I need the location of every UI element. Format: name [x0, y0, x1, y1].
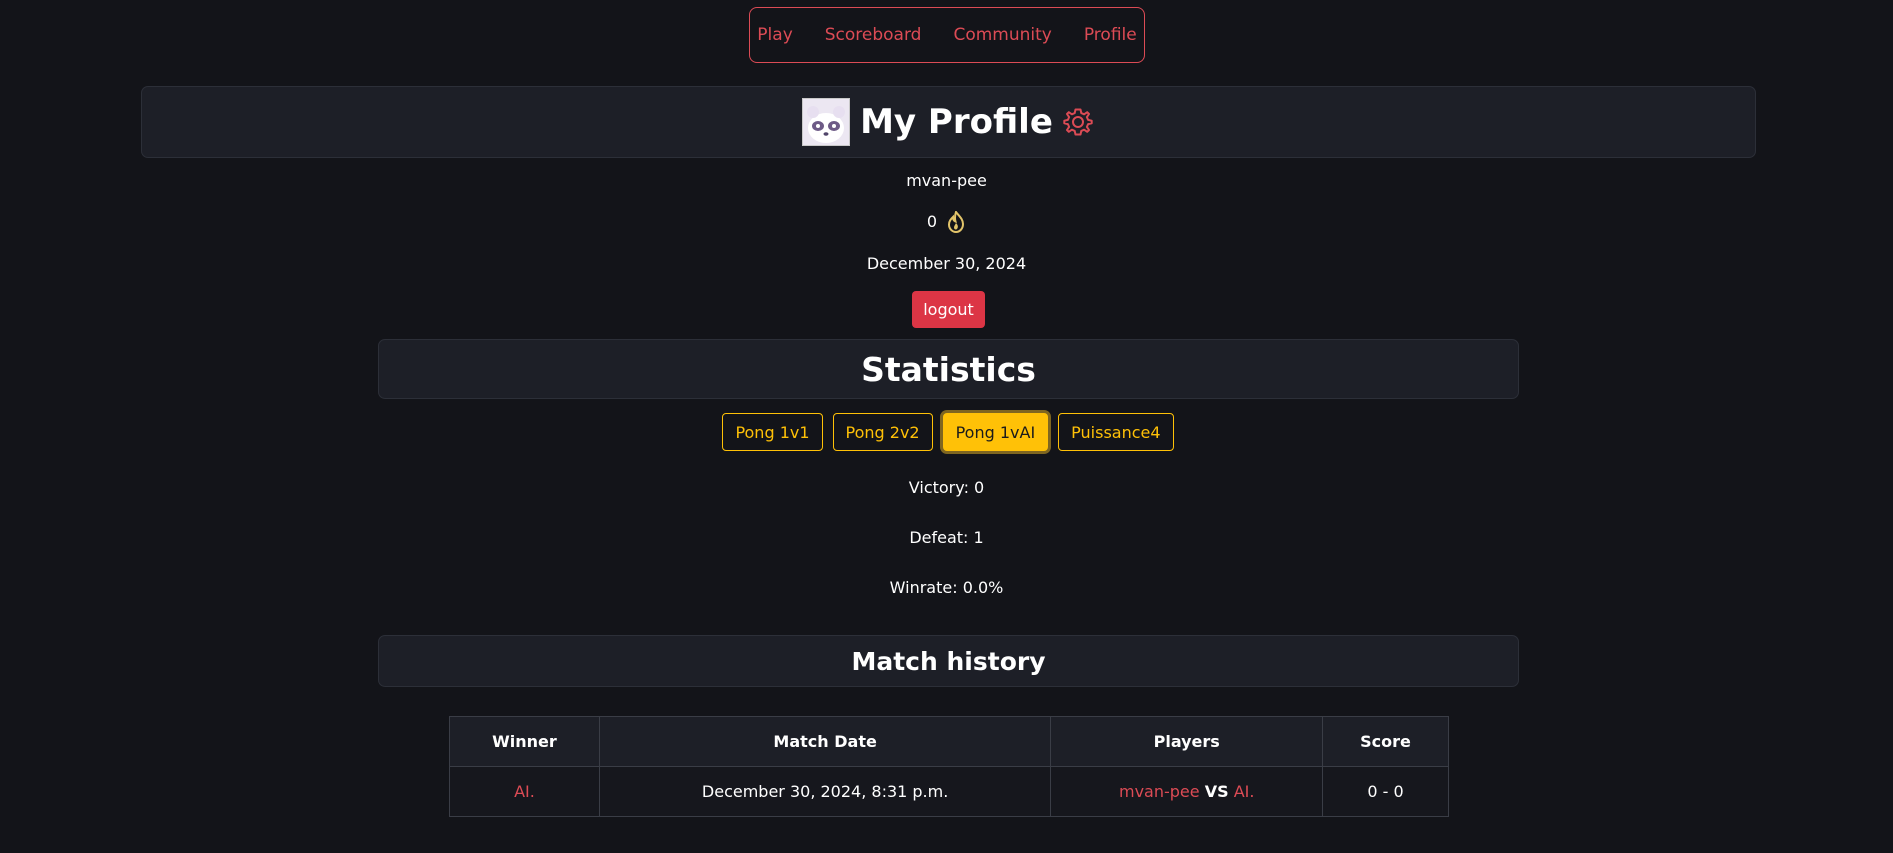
- game-mode-tabs: Pong 1v1 Pong 2v2 Pong 1vAI Puissance4: [0, 413, 1893, 451]
- statistics-header: Statistics: [378, 339, 1519, 399]
- winrate: Winrate: 0.0%: [889, 578, 1004, 597]
- statistics-title: Statistics: [861, 349, 1036, 389]
- table-row: AI. December 30, 2024, 8:31 p.m. mvan-pe…: [449, 766, 1449, 817]
- nav-profile[interactable]: Profile: [1068, 25, 1153, 45]
- table-header-row: Winner Match Date Players Score: [449, 716, 1449, 767]
- victory-count: Victory: 0: [908, 478, 985, 497]
- winner-cell: AI.: [449, 766, 600, 817]
- gear-icon[interactable]: [1061, 105, 1095, 139]
- player-two-link[interactable]: AI.: [1234, 782, 1255, 801]
- profile-page: Play Scoreboard Community Profile My Pro…: [0, 0, 1893, 853]
- nav-play[interactable]: Play: [741, 25, 808, 45]
- username: mvan-pee: [906, 171, 987, 190]
- players-cell: mvan-pee VS AI.: [1050, 766, 1324, 817]
- tab-pong-2v2[interactable]: Pong 2v2: [832, 413, 933, 451]
- panda-avatar-icon: [803, 99, 850, 145]
- player-one-link[interactable]: mvan-pee: [1119, 782, 1200, 801]
- versus-label: VS: [1204, 782, 1229, 801]
- column-winner: Winner: [449, 716, 600, 767]
- nav-scoreboard[interactable]: Scoreboard: [809, 25, 938, 45]
- tab-puissance4[interactable]: Puissance4: [1058, 413, 1174, 451]
- match-history-title: Match history: [851, 646, 1046, 676]
- tab-pong-1vai[interactable]: Pong 1vAI: [942, 413, 1049, 451]
- column-match-date: Match Date: [598, 716, 1052, 767]
- avatar: [802, 98, 851, 146]
- join-date: December 30, 2024: [866, 254, 1027, 273]
- flame-icon: [948, 209, 965, 234]
- column-players: Players: [1050, 716, 1324, 767]
- nav-community[interactable]: Community: [937, 25, 1067, 45]
- page-title: My Profile: [860, 102, 1053, 142]
- defeat-count: Defeat: 1: [909, 528, 984, 547]
- top-navigation: Play Scoreboard Community Profile: [749, 7, 1145, 63]
- match-history-table: Winner Match Date Players Score AI. Dece…: [449, 716, 1449, 817]
- winner-link[interactable]: AI.: [514, 782, 535, 801]
- match-history-header: Match history: [378, 635, 1519, 687]
- logout-button[interactable]: logout: [912, 291, 985, 328]
- profile-header: My Profile: [141, 86, 1756, 158]
- tab-pong-1v1[interactable]: Pong 1v1: [722, 413, 823, 451]
- points-row: 0: [0, 209, 1893, 234]
- score-cell: 0 - 0: [1322, 766, 1449, 817]
- column-score: Score: [1322, 716, 1449, 767]
- match-date-cell: December 30, 2024, 8:31 p.m.: [598, 766, 1052, 817]
- points-value: 0: [926, 212, 938, 231]
